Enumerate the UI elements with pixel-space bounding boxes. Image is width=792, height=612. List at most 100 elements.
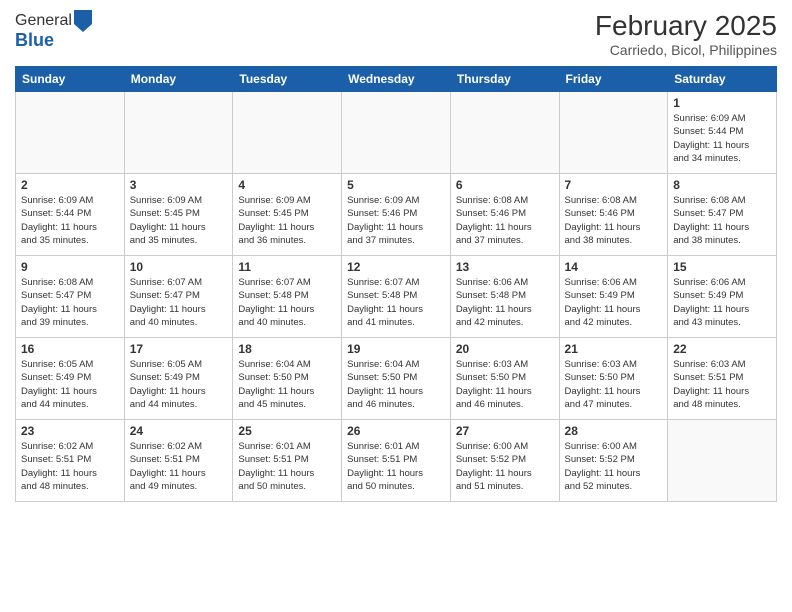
day-info: Sunrise: 6:03 AM Sunset: 5:50 PM Dayligh… bbox=[565, 358, 663, 411]
day-info: Sunrise: 6:08 AM Sunset: 5:46 PM Dayligh… bbox=[565, 194, 663, 247]
day-info: Sunrise: 6:08 AM Sunset: 5:47 PM Dayligh… bbox=[673, 194, 771, 247]
calendar-cell: 6 Sunrise: 6:08 AM Sunset: 5:46 PM Daylig… bbox=[450, 174, 559, 256]
logo-blue-text: Blue bbox=[15, 30, 92, 51]
day-number: 7 bbox=[565, 178, 663, 192]
location: Carriedo, Bicol, Philippines bbox=[595, 42, 777, 58]
day-number: 10 bbox=[130, 260, 228, 274]
calendar-cell: 20Sunrise: 6:03 AM Sunset: 5:50 PM Dayli… bbox=[450, 338, 559, 420]
month-year: February 2025 bbox=[595, 10, 777, 42]
day-info: Sunrise: 6:09 AM Sunset: 5:45 PM Dayligh… bbox=[130, 194, 228, 247]
day-number: 18 bbox=[238, 342, 336, 356]
day-info: Sunrise: 6:05 AM Sunset: 5:49 PM Dayligh… bbox=[130, 358, 228, 411]
day-number: 6 bbox=[456, 178, 554, 192]
day-number: 19 bbox=[347, 342, 445, 356]
calendar-cell: 27 Sunrise: 6:00 AM Sunset: 5:52 PM Dayli… bbox=[450, 420, 559, 502]
calendar-cell bbox=[124, 92, 233, 174]
calendar-cell bbox=[16, 92, 125, 174]
day-number: 12 bbox=[347, 260, 445, 274]
calendar-week-row-1: 2 Sunrise: 6:09 AM Sunset: 5:44 PM Daylig… bbox=[16, 174, 777, 256]
header: General Blue February 2025 Carriedo, Bic… bbox=[15, 10, 777, 58]
logo: General Blue bbox=[15, 10, 92, 51]
day-info: Sunrise: 6:05 AM Sunset: 5:49 PM Dayligh… bbox=[21, 358, 119, 411]
calendar-cell bbox=[559, 92, 668, 174]
calendar-cell: 14 Sunrise: 6:06 AM Sunset: 5:49 PM Dayli… bbox=[559, 256, 668, 338]
day-info: Sunrise: 6:01 AM Sunset: 5:51 PM Dayligh… bbox=[238, 440, 336, 493]
day-info: Sunrise: 6:03 AM Sunset: 5:51 PM Dayligh… bbox=[673, 358, 771, 411]
day-info: Sunrise: 6:02 AM Sunset: 5:51 PM Dayligh… bbox=[130, 440, 228, 493]
calendar-cell: 19 Sunrise: 6:04 AM Sunset: 5:50 PM Dayli… bbox=[342, 338, 451, 420]
day-info: Sunrise: 6:00 AM Sunset: 5:52 PM Dayligh… bbox=[456, 440, 554, 493]
calendar-cell: 21 Sunrise: 6:03 AM Sunset: 5:50 PM Dayli… bbox=[559, 338, 668, 420]
calendar-cell bbox=[233, 92, 342, 174]
day-number: 28 bbox=[565, 424, 663, 438]
calendar-week-row-0: 1 Sunrise: 6:09 AM Sunset: 5:44 PM Daylig… bbox=[16, 92, 777, 174]
calendar-cell: 5Sunrise: 6:09 AM Sunset: 5:46 PM Daylig… bbox=[342, 174, 451, 256]
calendar-cell: 12 Sunrise: 6:07 AM Sunset: 5:48 PM Dayli… bbox=[342, 256, 451, 338]
header-sunday: Sunday bbox=[16, 67, 125, 92]
day-info: Sunrise: 6:06 AM Sunset: 5:49 PM Dayligh… bbox=[673, 276, 771, 329]
day-info: Sunrise: 6:04 AM Sunset: 5:50 PM Dayligh… bbox=[347, 358, 445, 411]
header-saturday: Saturday bbox=[668, 67, 777, 92]
day-number: 21 bbox=[565, 342, 663, 356]
calendar-header-row: Sunday Monday Tuesday Wednesday Thursday… bbox=[16, 67, 777, 92]
day-info: Sunrise: 6:08 AM Sunset: 5:46 PM Dayligh… bbox=[456, 194, 554, 247]
day-number: 9 bbox=[21, 260, 119, 274]
title-block: February 2025 Carriedo, Bicol, Philippin… bbox=[595, 10, 777, 58]
day-number: 11 bbox=[238, 260, 336, 274]
calendar-cell: 25 Sunrise: 6:01 AM Sunset: 5:51 PM Dayli… bbox=[233, 420, 342, 502]
calendar-cell: 17 Sunrise: 6:05 AM Sunset: 5:49 PM Dayli… bbox=[124, 338, 233, 420]
day-info: Sunrise: 6:09 AM Sunset: 5:46 PM Dayligh… bbox=[347, 194, 445, 247]
day-info: Sunrise: 6:02 AM Sunset: 5:51 PM Dayligh… bbox=[21, 440, 119, 493]
day-info: Sunrise: 6:06 AM Sunset: 5:49 PM Dayligh… bbox=[565, 276, 663, 329]
day-number: 26 bbox=[347, 424, 445, 438]
calendar-cell: 26 Sunrise: 6:01 AM Sunset: 5:51 PM Dayli… bbox=[342, 420, 451, 502]
day-info: Sunrise: 6:07 AM Sunset: 5:48 PM Dayligh… bbox=[238, 276, 336, 329]
calendar-cell: 15 Sunrise: 6:06 AM Sunset: 5:49 PM Dayli… bbox=[668, 256, 777, 338]
day-number: 8 bbox=[673, 178, 771, 192]
calendar-cell: 10Sunrise: 6:07 AM Sunset: 5:47 PM Dayli… bbox=[124, 256, 233, 338]
page: General Blue February 2025 Carriedo, Bic… bbox=[0, 0, 792, 612]
calendar-cell: 4Sunrise: 6:09 AM Sunset: 5:45 PM Daylig… bbox=[233, 174, 342, 256]
day-info: Sunrise: 6:08 AM Sunset: 5:47 PM Dayligh… bbox=[21, 276, 119, 329]
calendar-cell: 22 Sunrise: 6:03 AM Sunset: 5:51 PM Dayli… bbox=[668, 338, 777, 420]
day-number: 23 bbox=[21, 424, 119, 438]
logo-general-text: General bbox=[15, 12, 72, 30]
calendar-cell: 13 Sunrise: 6:06 AM Sunset: 5:48 PM Dayli… bbox=[450, 256, 559, 338]
day-info: Sunrise: 6:01 AM Sunset: 5:51 PM Dayligh… bbox=[347, 440, 445, 493]
day-number: 22 bbox=[673, 342, 771, 356]
day-info: Sunrise: 6:00 AM Sunset: 5:52 PM Dayligh… bbox=[565, 440, 663, 493]
day-number: 14 bbox=[565, 260, 663, 274]
calendar-cell: 1 Sunrise: 6:09 AM Sunset: 5:44 PM Daylig… bbox=[668, 92, 777, 174]
calendar-cell: 9 Sunrise: 6:08 AM Sunset: 5:47 PM Daylig… bbox=[16, 256, 125, 338]
calendar-cell bbox=[342, 92, 451, 174]
calendar-week-row-3: 16 Sunrise: 6:05 AM Sunset: 5:49 PM Dayli… bbox=[16, 338, 777, 420]
day-number: 16 bbox=[21, 342, 119, 356]
day-number: 20 bbox=[456, 342, 554, 356]
calendar-cell: 28 Sunrise: 6:00 AM Sunset: 5:52 PM Dayli… bbox=[559, 420, 668, 502]
day-number: 25 bbox=[238, 424, 336, 438]
calendar-cell: 11 Sunrise: 6:07 AM Sunset: 5:48 PM Dayli… bbox=[233, 256, 342, 338]
calendar-cell: 8 Sunrise: 6:08 AM Sunset: 5:47 PM Daylig… bbox=[668, 174, 777, 256]
day-number: 2 bbox=[21, 178, 119, 192]
day-number: 27 bbox=[456, 424, 554, 438]
logo-icon bbox=[74, 10, 92, 32]
day-number: 1 bbox=[673, 96, 771, 110]
day-info: Sunrise: 6:07 AM Sunset: 5:48 PM Dayligh… bbox=[347, 276, 445, 329]
day-number: 13 bbox=[456, 260, 554, 274]
day-number: 4 bbox=[238, 178, 336, 192]
day-number: 17 bbox=[130, 342, 228, 356]
day-number: 15 bbox=[673, 260, 771, 274]
header-thursday: Thursday bbox=[450, 67, 559, 92]
calendar-week-row-4: 23 Sunrise: 6:02 AM Sunset: 5:51 PM Dayli… bbox=[16, 420, 777, 502]
day-info: Sunrise: 6:09 AM Sunset: 5:44 PM Dayligh… bbox=[673, 112, 771, 165]
calendar-cell: 18 Sunrise: 6:04 AM Sunset: 5:50 PM Dayli… bbox=[233, 338, 342, 420]
day-info: Sunrise: 6:06 AM Sunset: 5:48 PM Dayligh… bbox=[456, 276, 554, 329]
header-tuesday: Tuesday bbox=[233, 67, 342, 92]
calendar-cell: 2 Sunrise: 6:09 AM Sunset: 5:44 PM Daylig… bbox=[16, 174, 125, 256]
calendar-table: Sunday Monday Tuesday Wednesday Thursday… bbox=[15, 66, 777, 502]
calendar-cell: 23 Sunrise: 6:02 AM Sunset: 5:51 PM Dayli… bbox=[16, 420, 125, 502]
calendar-cell: 7 Sunrise: 6:08 AM Sunset: 5:46 PM Daylig… bbox=[559, 174, 668, 256]
day-info: Sunrise: 6:04 AM Sunset: 5:50 PM Dayligh… bbox=[238, 358, 336, 411]
calendar-cell: 16 Sunrise: 6:05 AM Sunset: 5:49 PM Dayli… bbox=[16, 338, 125, 420]
day-info: Sunrise: 6:09 AM Sunset: 5:44 PM Dayligh… bbox=[21, 194, 119, 247]
